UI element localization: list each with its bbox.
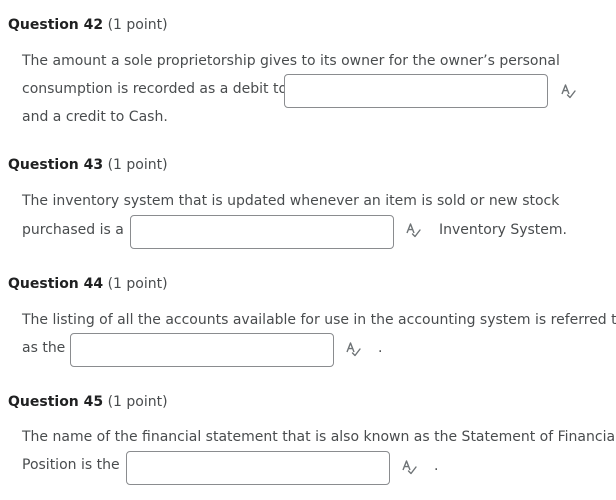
question-header: Question 42 (1 point) xyxy=(8,17,168,33)
question-text-line-1: The amount a sole proprietorship gives t… xyxy=(22,53,560,69)
question-45: Question 45 (1 point) The name of the fi… xyxy=(8,394,616,494)
question-points: (1 point) xyxy=(107,157,168,173)
question-text-line-1: The listing of all the accounts availabl… xyxy=(22,312,616,328)
answer-input-q44[interactable] xyxy=(70,333,334,367)
trailing-text: . xyxy=(434,458,439,474)
question-title: Question 43 xyxy=(8,157,104,173)
answer-input-q42[interactable] xyxy=(284,74,548,108)
question-text-line-2: as the xyxy=(22,340,66,356)
question-text-line-2: purchased is a xyxy=(22,222,124,238)
question-points: (1 point) xyxy=(107,394,168,410)
trailing-text: Inventory System. xyxy=(439,222,567,238)
question-title: Question 44 xyxy=(8,276,104,292)
question-text-line-1: The name of the financial statement that… xyxy=(22,429,616,445)
answer-input-q45[interactable] xyxy=(126,451,390,485)
question-header: Question 45 (1 point) xyxy=(8,394,168,410)
spellcheck-icon[interactable] xyxy=(401,459,417,475)
trailing-text: . xyxy=(378,340,383,356)
question-title: Question 42 xyxy=(8,17,104,33)
question-header: Question 43 (1 point) xyxy=(8,157,168,173)
question-44: Question 44 (1 point) The listing of all… xyxy=(8,276,616,376)
question-text-line-2: Position is the xyxy=(22,457,120,473)
spellcheck-icon[interactable] xyxy=(405,222,421,238)
question-42: Question 42 (1 point) The amount a sole … xyxy=(8,17,616,137)
question-header: Question 44 (1 point) xyxy=(8,276,168,292)
question-text-line-2: consumption is recorded as a debit to xyxy=(22,81,288,97)
spellcheck-icon[interactable] xyxy=(560,83,576,99)
question-text-line-1: The inventory system that is updated whe… xyxy=(22,193,560,209)
question-43: Question 43 (1 point) The inventory syst… xyxy=(8,157,616,257)
question-text-line-3: and a credit to Cash. xyxy=(22,109,168,125)
spellcheck-icon[interactable] xyxy=(345,341,361,357)
question-points: (1 point) xyxy=(107,276,168,292)
question-title: Question 45 xyxy=(8,394,104,410)
answer-input-q43[interactable] xyxy=(130,215,394,249)
question-points: (1 point) xyxy=(107,17,168,33)
